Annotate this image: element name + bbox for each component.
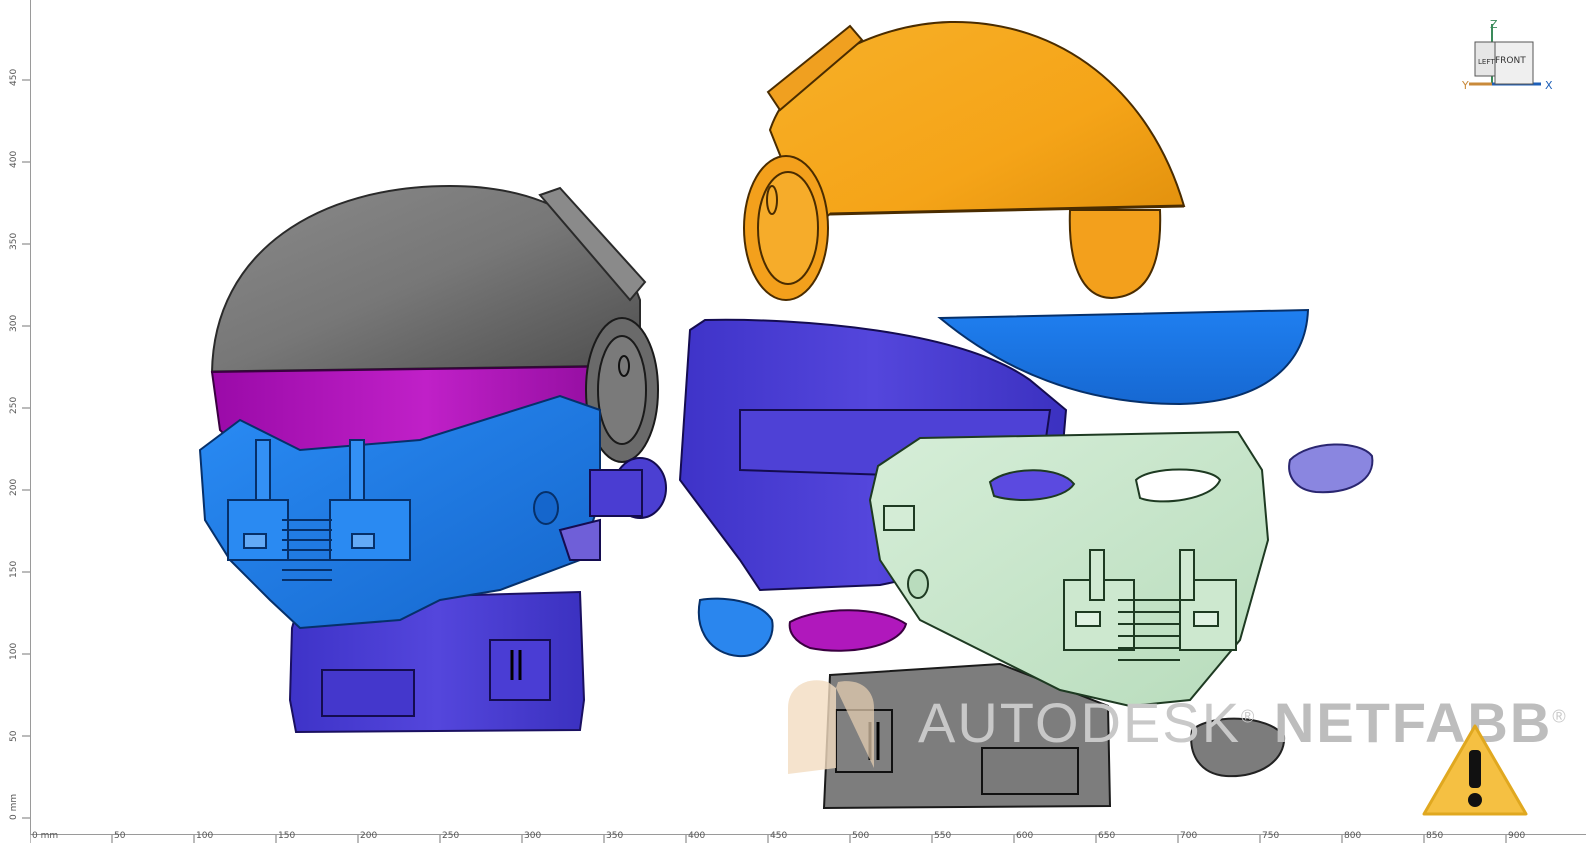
ruler-left-label: 200 <box>9 478 19 496</box>
ruler-bottom-label: 650 <box>1098 831 1116 841</box>
ruler-bottom-label: 850 <box>1426 831 1444 841</box>
netfabb-logo-icon <box>788 680 874 774</box>
ruler-bottom-label: 600 <box>1016 831 1034 841</box>
ruler-bottom-label: 350 <box>606 831 624 841</box>
ruler-bottom-label: 750 <box>1262 831 1280 841</box>
ruler-bottom-label: 800 <box>1344 831 1362 841</box>
ruler-bottom-label: 500 <box>852 831 870 841</box>
ruler-bottom-label: 150 <box>278 831 296 841</box>
ruler-bottom-label: 700 <box>1180 831 1198 841</box>
view-cube-front-label[interactable]: FRONT <box>1495 56 1526 66</box>
ruler-left-label: 0 mm <box>9 793 19 820</box>
ruler-bottom-label: 50 <box>114 831 126 841</box>
ruler-bottom-label: 100 <box>196 831 214 841</box>
ruler-bottom-label: 900 <box>1508 831 1526 841</box>
ruler-left-label: 400 <box>9 150 19 168</box>
ruler-bottom-label: 300 <box>524 831 542 841</box>
horizontal-ruler: 0 mm 50 100 150 200 250 300 350 400 450 … <box>30 831 1586 864</box>
ear-plug-blue[interactable] <box>697 597 774 658</box>
assembled-helmet[interactable] <box>198 184 667 734</box>
ruler-bottom-label: 450 <box>770 831 788 841</box>
ruler-bottom-label: 400 <box>688 831 706 841</box>
watermark-symbol-2: ® <box>1552 706 1568 727</box>
watermark-symbol: ® <box>1241 706 1257 727</box>
ruler-bottom-label: 0 mm <box>32 831 59 841</box>
ruler-bottom-label: 250 <box>442 831 460 841</box>
watermark-brand: AUTODESK <box>918 691 1242 754</box>
vertical-ruler: 0 mm 50 100 150 200 250 300 350 400 450 <box>0 0 31 843</box>
ruler-left-label: 350 <box>9 232 19 250</box>
axis-x-label: X <box>1545 79 1553 92</box>
ruler-bottom-label: 550 <box>934 831 952 841</box>
ruler-bottom-label: 200 <box>360 831 378 841</box>
ruler-left-label: 50 <box>9 730 19 742</box>
side-button-lavender[interactable] <box>1288 443 1374 494</box>
view-cube-left-label[interactable]: LEFT <box>1478 58 1495 66</box>
ruler-left-label: 250 <box>9 396 19 414</box>
3d-viewport[interactable]: 0 mm 50 100 150 200 250 300 350 400 450 … <box>0 0 1586 864</box>
axis-z-label: Z <box>1490 18 1498 31</box>
ruler-left-label: 450 <box>9 68 19 86</box>
ruler-left-label: 300 <box>9 314 19 332</box>
face-mask-mint[interactable] <box>868 430 1270 708</box>
visor-lens-magenta[interactable] <box>788 609 908 652</box>
ruler-left-label: 100 <box>9 642 19 660</box>
top-shell-orange[interactable] <box>743 20 1186 301</box>
axis-y-label: Y <box>1462 79 1469 92</box>
warning-icon[interactable] <box>1420 722 1530 818</box>
ruler-left-label: 150 <box>9 560 19 578</box>
